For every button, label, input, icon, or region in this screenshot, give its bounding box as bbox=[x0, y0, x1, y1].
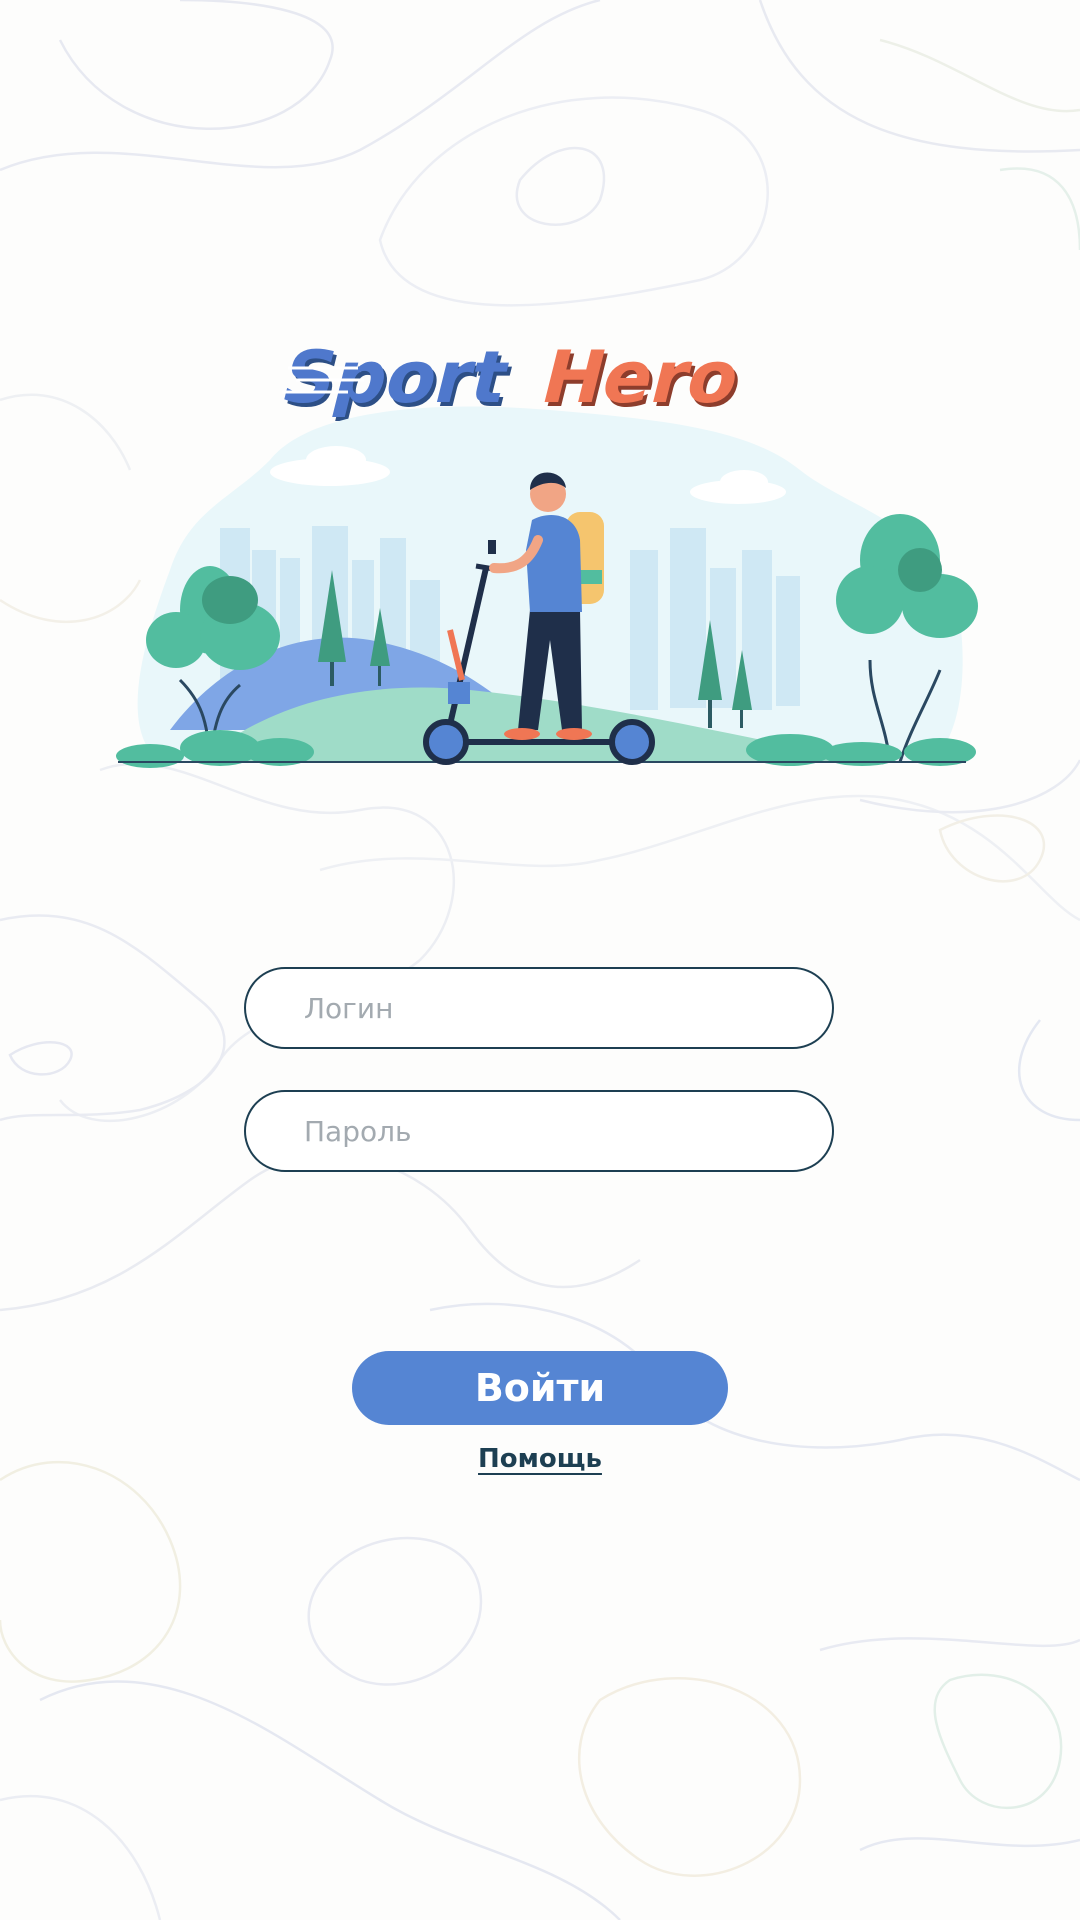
scooter-park-illustration bbox=[116, 406, 978, 768]
password-input[interactable] bbox=[246, 1092, 832, 1170]
topographic-background bbox=[0, 0, 1080, 1920]
login-input[interactable] bbox=[246, 969, 832, 1047]
login-field[interactable] bbox=[244, 967, 834, 1049]
help-link[interactable]: Помощь bbox=[440, 1444, 640, 1474]
password-field[interactable] bbox=[244, 1090, 834, 1172]
login-button[interactable]: Войти bbox=[352, 1351, 728, 1425]
